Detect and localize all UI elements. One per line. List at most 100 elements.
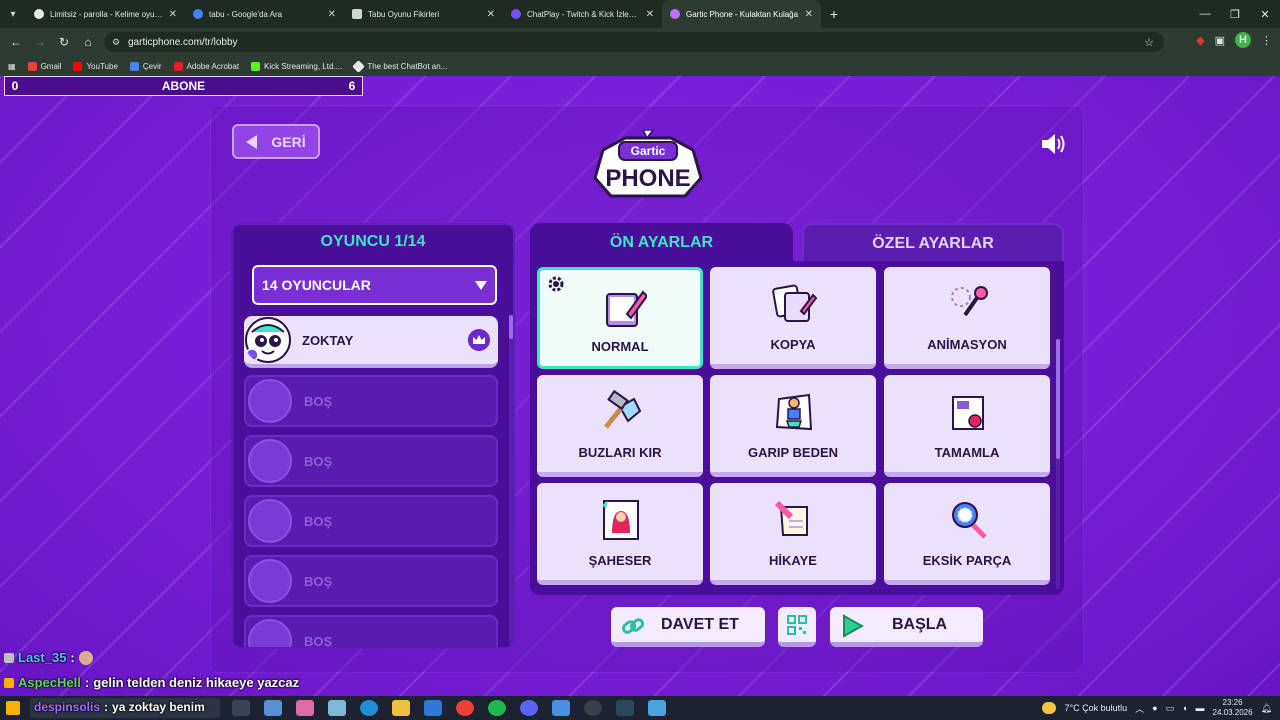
mode-card-garip-beden[interactable]: GARIP BEDEN [710, 375, 876, 477]
qr-code-button[interactable] [778, 607, 816, 647]
gear-icon[interactable] [546, 274, 566, 294]
sound-icon[interactable] [1040, 132, 1068, 156]
toolbar-right: ◆ ▣ H ⋮ [1196, 32, 1272, 48]
start-label: BAŞLA [892, 615, 948, 633]
edge-icon[interactable] [360, 700, 378, 716]
copilot-icon[interactable] [296, 700, 314, 716]
mode-card-normal[interactable]: NORMAL [537, 267, 703, 369]
app-icon[interactable] [328, 700, 346, 716]
mode-card-hikaye[interactable]: HİKAYE [710, 483, 876, 585]
apps-grid-icon[interactable]: ▦ [8, 62, 16, 71]
chat-separator: : [104, 700, 109, 714]
chrome-icon[interactable] [456, 700, 474, 716]
invite-button[interactable]: DAVET ET [611, 607, 765, 647]
restore-icon[interactable]: ❐ [1220, 0, 1250, 28]
bookmark-label: YouTube [86, 61, 118, 71]
back-button[interactable]: GERİ [232, 124, 320, 159]
home-icon[interactable]: ⌂ [76, 35, 100, 49]
mail-icon[interactable] [424, 700, 442, 716]
browser-tab-active[interactable]: Gartic Phone - Kulaktan Kulağa ✕ [662, 0, 821, 28]
url-field[interactable]: ⚙ garticphone.com/tr/lobby ☆ [104, 32, 1164, 52]
chat-badge-icon [4, 652, 14, 663]
scrollbar-thumb[interactable] [1056, 339, 1060, 459]
mode-card-animasyon[interactable]: ANİMASYON [884, 267, 1050, 369]
extensions-puzzle-icon[interactable]: ▣ [1215, 34, 1225, 47]
player-slot-host: ZOKTAY [244, 316, 498, 368]
notepad-pencil-icon [606, 290, 647, 327]
mode-card-eksik-parca[interactable]: EKSİK PARÇA [884, 483, 1050, 585]
discord-icon[interactable] [520, 700, 538, 716]
taskbar-search[interactable]: despinsolis: ya zoktay benim [30, 698, 220, 718]
app-icon[interactable] [648, 700, 666, 716]
reload-icon[interactable]: ↻ [52, 35, 76, 49]
mode-card-saheser[interactable]: ŞAHESER [537, 483, 703, 585]
tray-chevron-icon[interactable]: ︿ [1135, 702, 1144, 715]
browser-tab[interactable]: Tabu Oyunu Fikirleri ✕ [344, 0, 503, 28]
mode-label: BUZLARI KIR [578, 445, 662, 460]
file-explorer-icon[interactable] [392, 700, 410, 716]
browser-tab[interactable]: ChatPlay - Twitch & Kick İzleyici ✕ [503, 0, 662, 28]
scrollbar-thumb[interactable] [509, 315, 513, 339]
bookmark-acrobat[interactable]: Adobe Acrobat [173, 61, 239, 71]
close-tab-icon[interactable]: ✕ [169, 9, 177, 20]
close-tab-icon[interactable]: ✕ [487, 9, 495, 20]
link-icon [621, 618, 645, 634]
chat-emote-icon [78, 650, 93, 665]
back-arrow-icon[interactable]: ← [4, 35, 28, 49]
browser-tab[interactable]: Limitsiz - parolla - Kelime oyunu ✕ [26, 0, 185, 28]
gartic-lobby-page: 0 ABONE 6 GERİ Gartic PHONE OYUNCU 1/14 … [0, 76, 1280, 696]
players-scrollbar[interactable] [509, 315, 513, 645]
tab-presets[interactable]: ÖN AYARLAR [530, 223, 793, 263]
tab-title: tabu - Google'da Ara [209, 9, 283, 19]
site-info-icon[interactable]: ⚙ [112, 37, 120, 48]
tab-custom-settings[interactable]: ÖZEL AYARLAR [802, 223, 1064, 263]
player-slot-empty: BOŞ [244, 615, 498, 647]
notification-bell-icon[interactable]: 🔔︎ [1261, 703, 1272, 714]
start-badge-icon[interactable] [6, 701, 20, 715]
players-count-title: OYUNCU 1/14 [320, 233, 426, 250]
close-window-icon[interactable]: ✕ [1250, 0, 1280, 28]
bookmark-kick[interactable]: Kick Streaming, Ltd.... [251, 61, 342, 71]
player-count-select[interactable]: 14 OYUNCULAR [252, 265, 497, 305]
crown-icon [468, 329, 490, 351]
extension-icon[interactable]: ◆ [1196, 34, 1204, 47]
mode-card-buzlari-kir[interactable]: BUZLARI KIR [537, 375, 703, 477]
close-tab-icon[interactable]: ✕ [328, 9, 336, 20]
animation-pen-icon [951, 286, 988, 317]
minimize-icon[interactable]: — [1190, 0, 1220, 28]
mode-card-tamamla[interactable]: TAMAMLA [884, 375, 1050, 477]
bookmark-label: The best ChatBot an... [367, 61, 448, 71]
taskbar-apps [232, 700, 666, 716]
steam-icon[interactable] [616, 700, 634, 716]
app-icon[interactable] [264, 700, 282, 716]
forward-arrow-icon[interactable]: → [28, 35, 52, 49]
microphone-icon[interactable]: ● [1152, 703, 1157, 713]
tab-search-icon[interactable]: ▾ [0, 0, 26, 28]
start-button[interactable]: BAŞLA [830, 607, 983, 647]
profile-avatar[interactable]: H [1235, 32, 1251, 48]
volume-icon[interactable]: ◖ [1182, 703, 1187, 713]
network-icon[interactable]: ▭ [1166, 703, 1175, 714]
bookmark-translate[interactable]: Çevir [129, 61, 162, 71]
kebab-menu-icon[interactable]: ⋮ [1261, 34, 1272, 47]
chatbot-icon [352, 59, 366, 73]
new-tab-button[interactable]: + [821, 6, 847, 22]
player-name: BOŞ [304, 514, 333, 529]
battery-icon[interactable]: ▬ [1196, 703, 1205, 713]
clock[interactable]: 23:26 24.03.2026 [1213, 698, 1253, 718]
bookmark-star-icon[interactable]: ☆ [1144, 36, 1154, 49]
address-bar-row: ← → ↻ ⌂ ⚙ garticphone.com/tr/lobby ☆ ◆ ▣… [0, 28, 1280, 56]
close-tab-icon[interactable]: ✕ [646, 9, 654, 20]
obs-icon[interactable] [584, 700, 602, 716]
spotify-icon[interactable] [488, 700, 506, 716]
bookmark-chatbot[interactable]: The best ChatBot an... [352, 59, 448, 73]
mode-card-kopya[interactable]: KOPYA [710, 267, 876, 369]
modes-scrollbar[interactable] [1056, 339, 1060, 589]
weather-text[interactable]: 7°C Çok bulutlu [1064, 703, 1127, 713]
close-tab-icon[interactable]: ✕ [805, 9, 813, 20]
browser-tab[interactable]: tabu - Google'da Ara ✕ [185, 0, 344, 28]
bookmark-gmail[interactable]: Gmail [27, 61, 61, 71]
app-icon[interactable] [552, 700, 570, 716]
task-view-icon[interactable] [232, 700, 250, 716]
bookmark-youtube[interactable]: YouTube [73, 61, 118, 71]
